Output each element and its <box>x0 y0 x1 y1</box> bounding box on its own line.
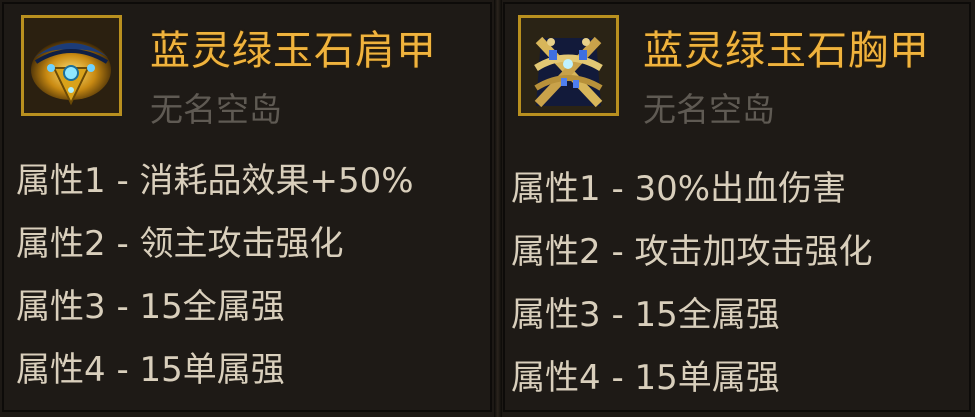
attribute-3: 属性3 - 15全属强 <box>16 287 285 327</box>
item-tooltip-shoulder: 蓝灵绿玉石肩甲 无名空岛 属性1 - 消耗品效果+50% 属性2 - 领主攻击强… <box>2 2 492 412</box>
item-comparison-screen: 蓝灵绿玉石肩甲 无名空岛 属性1 - 消耗品效果+50% 属性2 - 领主攻击强… <box>0 0 975 417</box>
item-owner: 无名空岛 <box>150 90 282 129</box>
chest-armor-icon <box>518 15 619 116</box>
attribute-list: 属性1 - 30%出血伤害 属性2 - 攻击加攻击强化 属性3 - 15全属强 … <box>511 158 873 410</box>
item-tooltip-chest: 蓝灵绿玉石胸甲 无名空岛 属性1 - 30%出血伤害 属性2 - 攻击加攻击强化… <box>503 2 971 412</box>
attribute-3: 属性3 - 15全属强 <box>511 295 780 335</box>
attribute-2: 属性2 - 攻击加攻击强化 <box>511 232 873 272</box>
attribute-4: 属性4 - 15单属强 <box>16 350 285 390</box>
item-name: 蓝灵绿玉石肩甲 <box>150 28 437 74</box>
attribute-1: 属性1 - 30%出血伤害 <box>511 169 847 209</box>
item-name: 蓝灵绿玉石胸甲 <box>643 28 930 74</box>
panel-divider <box>494 0 502 417</box>
attribute-list: 属性1 - 消耗品效果+50% 属性2 - 领主攻击强化 属性3 - 15全属强… <box>16 150 414 402</box>
shoulder-armor-icon <box>21 15 122 116</box>
item-owner: 无名空岛 <box>643 90 775 129</box>
attribute-4: 属性4 - 15单属强 <box>511 358 780 398</box>
attribute-2: 属性2 - 领主攻击强化 <box>16 224 344 264</box>
attribute-1: 属性1 - 消耗品效果+50% <box>16 161 414 201</box>
